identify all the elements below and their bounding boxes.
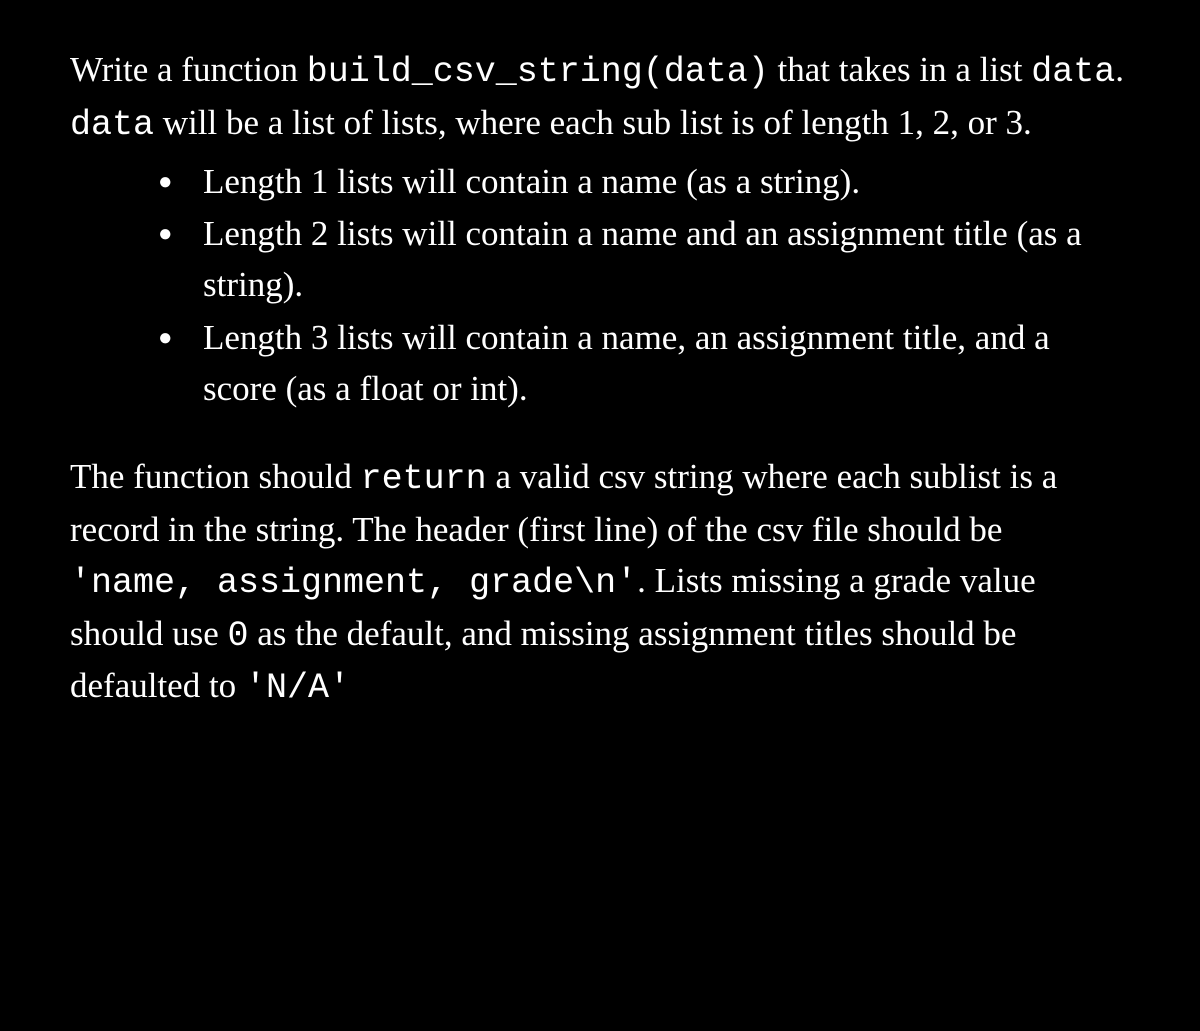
bullet-list: Length 1 lists will contain a name (as a… [70, 157, 1130, 415]
code-data-param-1: data [1031, 52, 1115, 92]
code-header-string: 'name, assignment, grade\n' [70, 563, 637, 603]
list-item: Length 1 lists will contain a name (as a… [158, 157, 1130, 208]
body-paragraph: The function should return a valid csv s… [70, 452, 1130, 714]
body-text-1: The function should [70, 457, 361, 496]
list-item: Length 2 lists will contain a name and a… [158, 209, 1130, 311]
intro-text-3: . [1115, 50, 1124, 89]
intro-text-1: Write a function [70, 50, 307, 89]
code-return: return [361, 459, 487, 499]
intro-text-4: will be a list of lists, where each sub … [154, 103, 1032, 142]
list-item: Length 3 lists will contain a name, an a… [158, 313, 1130, 415]
code-data-param-2: data [70, 105, 154, 145]
code-na: 'N/A' [245, 668, 350, 708]
code-zero: 0 [228, 616, 249, 656]
intro-paragraph: Write a function build_csv_string(data) … [70, 45, 1130, 151]
code-function-signature: build_csv_string(data) [307, 52, 769, 92]
intro-text-2: that takes in a list [769, 50, 1031, 89]
